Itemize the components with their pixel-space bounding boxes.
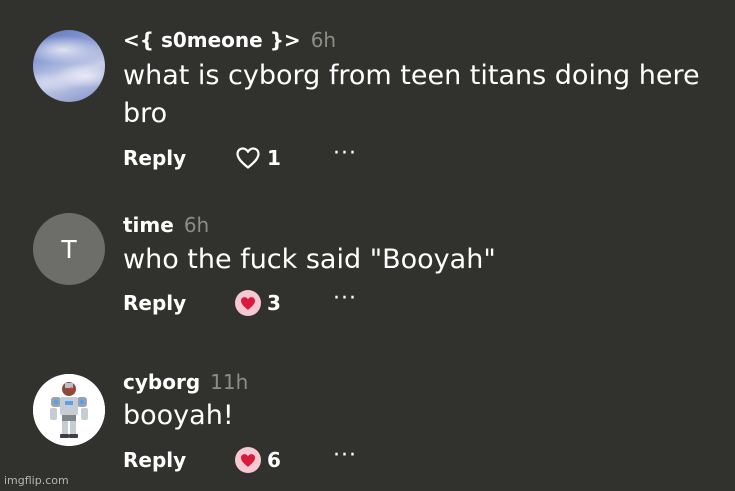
username[interactable]: <{ s0meone }> [123,28,301,52]
comment-text: what is cyborg from teen titans doing he… [123,60,700,129]
more-options-button[interactable]: ··· [333,445,357,467]
user-avatar[interactable] [33,30,105,102]
avatar-initial: T [61,234,77,264]
like-button[interactable]: 1 [235,145,281,171]
heart-filled-icon [235,447,261,473]
username[interactable]: cyborg [123,370,200,394]
user-avatar[interactable] [33,374,105,446]
more-options-button[interactable]: ··· [333,143,357,165]
comment-header: time 6h [123,213,209,237]
like-button[interactable]: 6 [235,447,281,473]
heart-filled-icon [235,290,261,316]
comment-header: cyborg 11h [123,370,248,394]
like-button[interactable]: 3 [235,290,281,316]
comment: T time 6h who the fuck said "Booyah" Repl… [0,175,735,335]
heart-outline-icon [235,145,261,171]
like-count: 6 [267,448,281,472]
comment-timestamp: 6h [183,213,210,237]
comment-timestamp: 6h [310,28,337,52]
username[interactable]: time [123,213,174,237]
comment: cyborg 11h booyah! Reply 6 ··· [0,335,735,491]
like-count: 3 [267,291,281,315]
reply-button[interactable]: Reply [123,145,186,171]
more-options-button[interactable]: ··· [333,288,357,310]
comment-header: <{ s0meone }> 6h [123,28,336,52]
watermark: imgflip.com [4,474,69,487]
reply-button[interactable]: Reply [123,290,186,316]
like-count: 1 [267,146,281,170]
user-avatar[interactable]: T [33,213,105,285]
comment: <{ s0meone }> 6h what is cyborg from teen… [0,0,735,175]
comment-text: who the fuck said "Booyah" [123,244,496,275]
reply-button[interactable]: Reply [123,447,186,473]
cyborg-avatar-picture [33,374,105,446]
comment-text: booyah! [123,400,234,431]
comment-timestamp: 11h [210,370,249,394]
